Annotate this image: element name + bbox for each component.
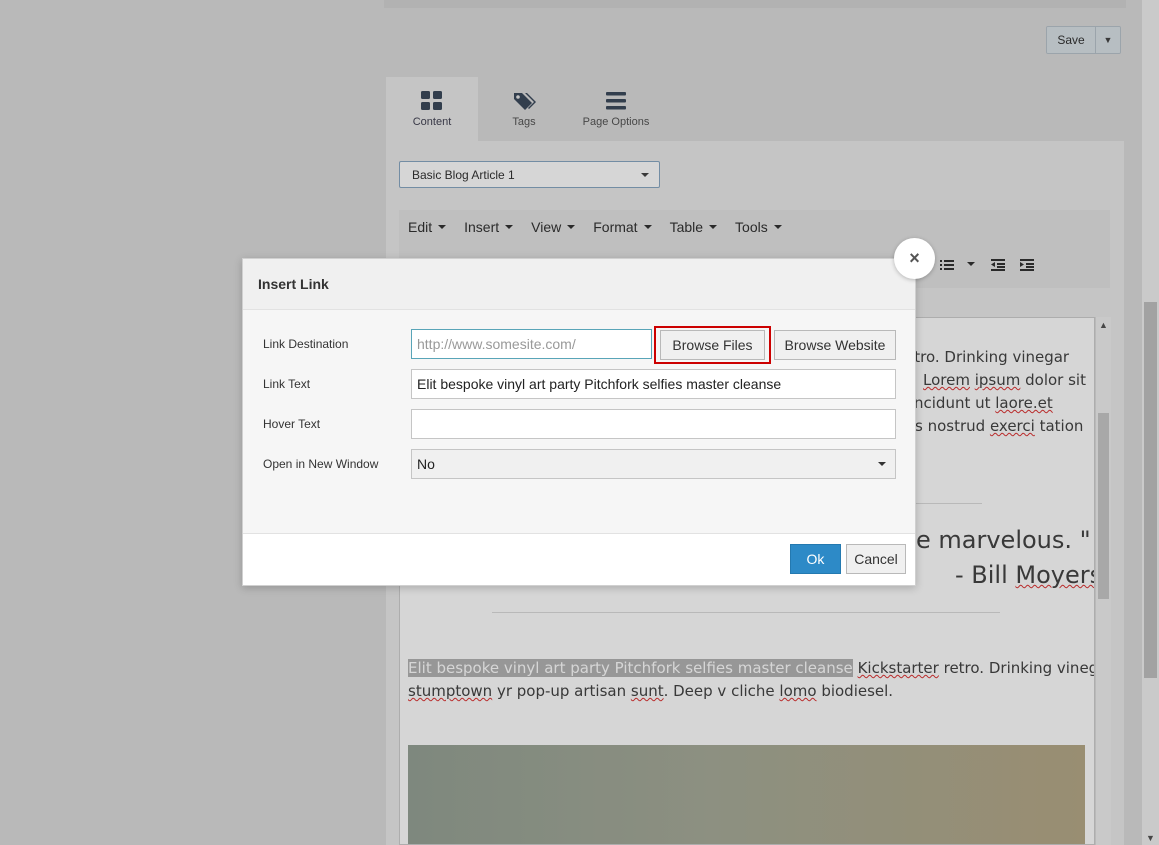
browse-website-button[interactable]: Browse Website (774, 330, 896, 360)
link-destination-label: Link Destination (263, 337, 349, 351)
new-window-row: Open in New Window No (263, 449, 896, 479)
browse-files-button[interactable]: Browse Files (660, 330, 765, 360)
cancel-button[interactable]: Cancel (846, 544, 906, 574)
hover-text-input[interactable] (411, 409, 896, 439)
insert-link-dialog: Insert Link Link Destination http://www.… (242, 258, 916, 586)
close-dialog-button[interactable]: × (894, 238, 935, 279)
link-text-label: Link Text (263, 377, 311, 391)
ok-button[interactable]: Ok (790, 544, 841, 574)
close-icon: × (909, 248, 920, 268)
hover-text-row: Hover Text (263, 409, 896, 439)
dialog-footer: Ok Cancel (243, 533, 915, 585)
dialog-title: Insert Link (243, 259, 915, 310)
chevron-down-icon (878, 462, 886, 466)
link-text-input[interactable]: Elit bespoke vinyl art party Pitchfork s… (411, 369, 896, 399)
link-destination-row: Link Destination http://www.somesite.com… (263, 329, 652, 359)
new-window-label: Open in New Window (263, 457, 379, 471)
link-destination-input[interactable]: http://www.somesite.com/ (411, 329, 652, 359)
browse-files-highlight: Browse Files (654, 326, 771, 364)
new-window-value: No (417, 456, 435, 472)
link-text-row: Link Text Elit bespoke vinyl art party P… (263, 369, 896, 399)
hover-text-label: Hover Text (263, 417, 321, 431)
new-window-select[interactable]: No (411, 449, 896, 479)
